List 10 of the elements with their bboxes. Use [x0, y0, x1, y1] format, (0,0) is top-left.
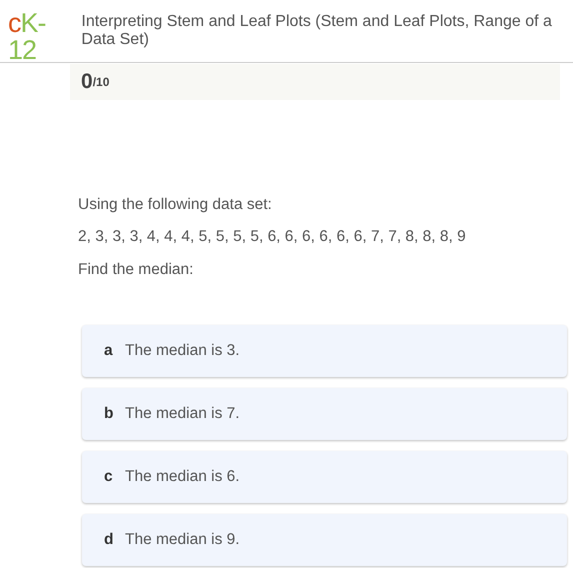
- question-text: Find the median:: [78, 260, 194, 280]
- answer-choice[interactable]: b The median is 7.: [82, 388, 567, 440]
- answer-choice[interactable]: c The median is 6.: [82, 450, 567, 503]
- question-text: Using the following data set:: [78, 195, 273, 215]
- score-bar: 0/10: [70, 64, 560, 100]
- answer-choice[interactable]: d The median is 9.: [82, 514, 567, 566]
- answer-choice[interactable]: a The median is 3.: [82, 324, 567, 377]
- question-text: 2, 3, 3, 3, 4, 4, 4, 5, 5, 5, 5, 6, 6, 6, 6, 6, 6, 7, 7, 8, 8, 8, 9: [78, 227, 467, 248]
- lesson-title: Interpreting Stem and Leaf Plots (Stem and Leaf Plots, Range of a Data Set): [80, 12, 553, 49]
- logo[interactable]: cK-12: [8, 10, 68, 64]
